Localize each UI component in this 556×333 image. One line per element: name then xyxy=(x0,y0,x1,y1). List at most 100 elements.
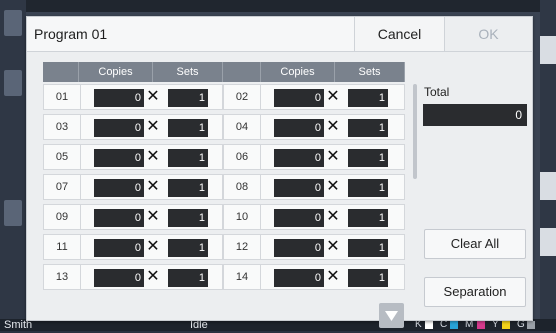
program-number: 08 xyxy=(224,175,261,199)
copies-field[interactable]: 0 xyxy=(94,149,144,167)
background-right-button xyxy=(540,228,556,256)
sets-field[interactable]: 1 xyxy=(168,149,208,167)
program-number: 03 xyxy=(44,115,81,139)
program-table: Copies Sets Copies Sets 01 0 ✕ 1 02 0 ✕ 1 03 0 ✕ 1 0… xyxy=(43,62,422,322)
ok-button[interactable]: OK xyxy=(444,17,532,51)
program-number: 10 xyxy=(224,205,261,229)
copies-field[interactable]: 0 xyxy=(94,119,144,137)
scroll-down-button[interactable] xyxy=(379,303,404,328)
copies-field[interactable]: 0 xyxy=(274,239,324,257)
table-row: 01 0 ✕ 1 xyxy=(43,84,223,110)
sets-field[interactable]: 1 xyxy=(348,239,388,257)
multiply-icon: ✕ xyxy=(146,88,160,105)
multiply-icon: ✕ xyxy=(326,238,340,255)
arrow-down-icon xyxy=(385,311,398,321)
program-number: 11 xyxy=(44,235,81,259)
copies-field[interactable]: 0 xyxy=(274,89,324,107)
column-header-copies: Copies xyxy=(261,62,335,82)
copies-field[interactable]: 0 xyxy=(274,179,324,197)
table-body: 01 0 ✕ 1 02 0 ✕ 1 03 0 ✕ 1 04 0 ✕ 1 05 0 ✕ 1 06 0 ✕ 1 07 0 ✕ 1 08 0 ✕ 1… xyxy=(43,84,422,322)
ink-swatch-c xyxy=(450,321,458,329)
sets-field[interactable]: 1 xyxy=(168,269,208,287)
sets-field[interactable]: 1 xyxy=(168,239,208,257)
program-number: 13 xyxy=(44,265,81,289)
sets-field[interactable]: 1 xyxy=(168,179,208,197)
program-number: 02 xyxy=(224,85,261,109)
sets-field[interactable]: 1 xyxy=(348,209,388,227)
multiply-icon: ✕ xyxy=(146,268,160,285)
separation-button[interactable]: Separation xyxy=(424,277,526,307)
program-number: 14 xyxy=(224,265,261,289)
background-top-bar xyxy=(0,0,556,12)
table-row: 03 0 ✕ 1 xyxy=(43,114,223,140)
multiply-icon: ✕ xyxy=(146,208,160,225)
sets-field[interactable]: 1 xyxy=(168,119,208,137)
program-number: 04 xyxy=(224,115,261,139)
copies-field[interactable]: 0 xyxy=(274,119,324,137)
copies-field[interactable]: 0 xyxy=(274,149,324,167)
background-right-button xyxy=(540,36,556,64)
background-left-button xyxy=(4,70,22,96)
dialog-header: Program 01 Cancel OK xyxy=(27,17,532,52)
background-left-panel xyxy=(0,0,26,331)
multiply-icon: ✕ xyxy=(146,148,160,165)
multiply-icon: ✕ xyxy=(326,208,340,225)
table-row: 11 0 ✕ 1 xyxy=(43,234,223,260)
sets-field[interactable]: 1 xyxy=(348,179,388,197)
sets-field[interactable]: 1 xyxy=(168,89,208,107)
program-number: 09 xyxy=(44,205,81,229)
program-number: 01 xyxy=(44,85,81,109)
background-left-button xyxy=(4,200,22,226)
multiply-icon: ✕ xyxy=(146,118,160,135)
ink-swatch-m xyxy=(477,321,485,329)
multiply-icon: ✕ xyxy=(326,178,340,195)
program-dialog: Program 01 Cancel OK Copies Sets Copies … xyxy=(26,16,533,328)
program-number: 07 xyxy=(44,175,81,199)
multiply-icon: ✕ xyxy=(326,88,340,105)
copies-field[interactable]: 0 xyxy=(94,239,144,257)
table-row: 14 0 ✕ 1 xyxy=(223,264,405,290)
program-number: 06 xyxy=(224,145,261,169)
table-row: 07 0 ✕ 1 xyxy=(43,174,223,200)
sets-field[interactable]: 1 xyxy=(348,149,388,167)
table-scrollbar[interactable] xyxy=(413,84,417,179)
column-header-sets: Sets xyxy=(335,62,405,82)
background-left-button xyxy=(4,10,22,36)
cancel-button[interactable]: Cancel xyxy=(354,17,444,51)
table-row: 02 0 ✕ 1 xyxy=(223,84,405,110)
table-row: 08 0 ✕ 1 xyxy=(223,174,405,200)
background-right-panel xyxy=(540,0,556,331)
copies-field[interactable]: 0 xyxy=(274,269,324,287)
column-header-number xyxy=(223,62,261,82)
table-row: 06 0 ✕ 1 xyxy=(223,144,405,170)
copies-field[interactable]: 0 xyxy=(274,209,324,227)
ink-swatch-g xyxy=(527,321,535,329)
table-row: 09 0 ✕ 1 xyxy=(43,204,223,230)
column-header-copies: Copies xyxy=(79,62,153,82)
clear-all-button[interactable]: Clear All xyxy=(424,229,526,259)
multiply-icon: ✕ xyxy=(146,178,160,195)
column-header-number xyxy=(43,62,79,82)
table-row: 05 0 ✕ 1 xyxy=(43,144,223,170)
table-row: 13 0 ✕ 1 xyxy=(43,264,223,290)
sets-field[interactable]: 1 xyxy=(348,119,388,137)
multiply-icon: ✕ xyxy=(326,268,340,285)
copies-field[interactable]: 0 xyxy=(94,269,144,287)
multiply-icon: ✕ xyxy=(326,118,340,135)
ink-swatch-y xyxy=(502,321,510,329)
total-label: Total xyxy=(424,85,450,99)
table-row: 10 0 ✕ 1 xyxy=(223,204,405,230)
sets-field[interactable]: 1 xyxy=(168,209,208,227)
background-right-button xyxy=(540,172,556,200)
program-number: 05 xyxy=(44,145,81,169)
multiply-icon: ✕ xyxy=(146,238,160,255)
sets-field[interactable]: 1 xyxy=(348,269,388,287)
table-row: 12 0 ✕ 1 xyxy=(223,234,405,260)
total-value: 0 xyxy=(423,104,527,126)
copies-field[interactable]: 0 xyxy=(94,179,144,197)
table-row: 04 0 ✕ 1 xyxy=(223,114,405,140)
sets-field[interactable]: 1 xyxy=(348,89,388,107)
copies-field[interactable]: 0 xyxy=(94,209,144,227)
copies-field[interactable]: 0 xyxy=(94,89,144,107)
program-number: 12 xyxy=(224,235,261,259)
